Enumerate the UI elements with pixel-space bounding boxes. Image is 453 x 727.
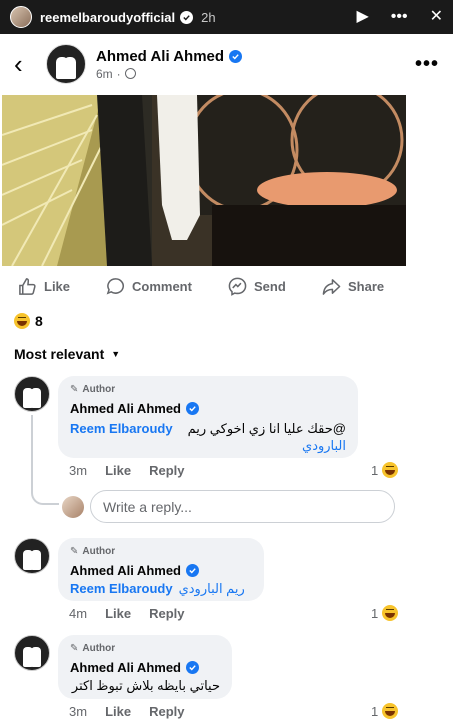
story-header: reemelbaroudyofficial 2h ▶ ••• ✕ [0,0,453,34]
pencil-icon: ✎ [70,643,79,654]
reply-placeholder: Write a reply... [103,498,192,515]
haha-icon [382,703,399,719]
comment-reaction-count: 1 [371,605,379,621]
thread-line [31,415,59,505]
comment-meta: 3m Like Reply [69,463,184,478]
verified-icon [229,49,243,63]
comment-reply-button[interactable]: Reply [149,606,184,621]
comment-reactions[interactable]: 1 [371,703,399,719]
share-label: Share [348,278,385,294]
send-label: Send [254,278,286,294]
more-options-icon[interactable]: ••• [415,53,439,76]
avatar [62,496,84,518]
verified-icon [186,402,199,415]
pencil-icon: ✎ [70,384,79,395]
like-button[interactable]: Like [18,277,106,296]
avatar[interactable] [14,635,50,671]
comment-reply-button[interactable]: Reply [149,704,184,719]
comment-time[interactable]: 3m [69,704,87,719]
comment-author-name[interactable]: Ahmed Ali Ahmed [70,660,181,675]
haha-icon [382,605,399,621]
comment-like-button[interactable]: Like [105,606,131,621]
reaction-count: 8 [35,313,43,329]
comment-sort[interactable]: Most relevant ▼ [14,346,120,362]
comment-text: حياتي بايظه بلاش تبوظ اكتر [71,678,220,693]
share-button[interactable]: Share [322,277,384,296]
verified-icon [180,10,194,24]
post-time[interactable]: 6m [96,67,113,81]
comment-text-line: @حقك عليا انا زي اخوكي ريم [187,421,346,436]
back-icon[interactable]: ‹ [14,49,36,80]
avatar[interactable] [14,376,50,412]
comment-text: Reem Elbaroudy @حقك عليا انا زي اخوكي ري… [70,420,346,454]
chevron-down-icon: ▼ [111,349,121,359]
haha-icon [382,462,399,478]
post-actions: Like Comment Send Share [0,272,453,300]
post-image[interactable] [2,95,406,266]
story-username[interactable]: reemelbaroudyofficial [40,10,175,25]
comment-time[interactable]: 3m [69,463,87,478]
post-author-name[interactable]: Ahmed Ali Ahmed [96,48,224,65]
comment-icon [106,277,124,294]
comment-label: Comment [132,278,192,294]
globe-icon [124,68,136,79]
mention-link-ar[interactable]: ريم البارودي [179,580,245,597]
comment-reactions[interactable]: 1 [371,605,399,621]
story-avatar[interactable] [10,6,32,28]
author-tag-label: Author [82,643,116,654]
author-tag: ✎ Author [70,643,220,654]
author-tag-label: Author [82,384,116,395]
author-tag: ✎ Author [70,546,252,557]
comment-meta: 4m Like Reply [69,606,184,621]
pencil-icon: ✎ [70,546,79,557]
author-tag: ✎ Author [70,384,346,395]
comment-author-name[interactable]: Ahmed Ali Ahmed [70,563,181,578]
more-icon[interactable]: ••• [391,9,408,25]
comment-like-button[interactable]: Like [105,463,131,478]
comment-reaction-count: 1 [371,462,379,478]
comment-like-button[interactable]: Like [105,704,131,719]
comment-reply-button[interactable]: Reply [149,463,184,478]
avatar[interactable] [46,44,86,84]
haha-icon [14,313,30,329]
comment-author-name[interactable]: Ahmed Ali Ahmed [70,401,181,416]
author-tag-label: Author [82,546,116,557]
play-icon[interactable]: ▶ [356,9,368,25]
comment-author[interactable]: Ahmed Ali Ahmed [70,660,220,675]
post-author[interactable]: Ahmed Ali Ahmed [96,48,243,65]
close-icon[interactable]: ✕ [430,9,443,25]
comment-button[interactable]: Comment [106,277,228,296]
like-label: Like [44,278,71,294]
post-header: ‹ Ahmed Ali Ahmed 6m · ••• [0,34,453,94]
comment-reaction-count: 1 [371,703,379,719]
comment-bubble: ✎ Author Ahmed Ali Ahmed Reem Elbaroudy … [58,376,358,458]
comment-meta: 3m Like Reply [69,704,184,719]
like-icon [19,277,36,295]
mention-link[interactable]: Reem Elbaroudy [70,420,173,437]
comment-author[interactable]: Ahmed Ali Ahmed [70,401,346,416]
comment-reactions[interactable]: 1 [371,462,399,478]
comment-time[interactable]: 4m [69,606,87,621]
reaction-summary[interactable]: 8 [14,313,43,329]
post-meta: 6m · [96,67,242,81]
mention-link[interactable]: Reem Elbaroudy [70,580,173,597]
story-time: 2h [201,9,216,25]
comment-text: Reem Elbaroudy ريم البارودي [70,580,252,597]
comment-bubble: ✎ Author Ahmed Ali Ahmed حياتي بايظه بلا… [58,635,232,699]
mention-link-ar[interactable]: البارودي [70,437,346,454]
send-button[interactable]: Send [228,277,322,296]
avatar[interactable] [14,538,50,574]
messenger-icon [228,277,247,296]
verified-icon [186,661,199,674]
share-icon [322,278,341,295]
comment-bubble: ✎ Author Ahmed Ali Ahmed Reem Elbaroudy … [58,538,264,601]
reply-input[interactable]: Write a reply... [90,490,395,523]
sort-label: Most relevant [14,346,105,362]
verified-icon [186,564,199,577]
comment-author[interactable]: Ahmed Ali Ahmed [70,563,252,578]
